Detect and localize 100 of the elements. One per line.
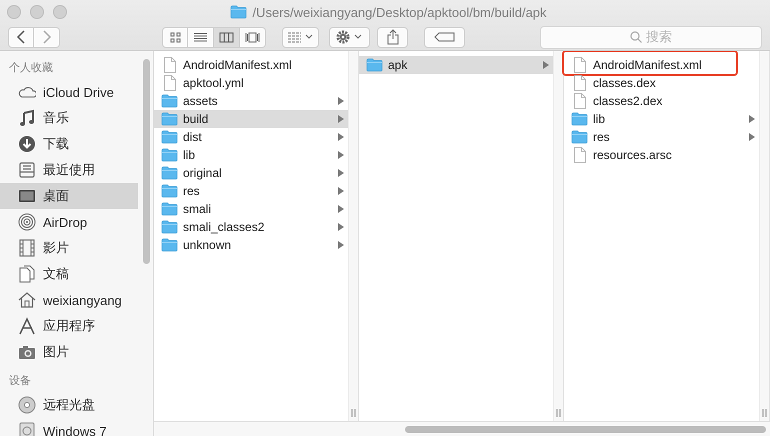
- document-icon: [163, 57, 176, 73]
- folder-icon: [161, 238, 178, 252]
- document-icon: [573, 93, 586, 109]
- folder-icon: [161, 166, 178, 180]
- title-folder-icon: [230, 5, 248, 19]
- chevron-icon: [338, 169, 344, 177]
- tag-icon: [434, 32, 456, 42]
- gear-icon: [334, 29, 364, 45]
- search-icon: [630, 31, 642, 43]
- chevron-icon: [338, 97, 344, 105]
- folder-item[interactable]: original: [154, 164, 348, 182]
- sidebar-item[interactable]: 应用程序: [0, 313, 153, 339]
- music-note-icon: [18, 109, 36, 127]
- share-button[interactable]: [377, 26, 408, 48]
- folder-item[interactable]: dist: [154, 128, 348, 146]
- sidebar-item[interactable]: 远程光盘: [0, 392, 153, 418]
- chevron-icon: [749, 133, 755, 141]
- tray-icon: [18, 161, 36, 179]
- file-item[interactable]: classes2.dex: [564, 92, 759, 110]
- sidebar-heading: 设备: [8, 374, 32, 389]
- chevron-icon: [543, 61, 549, 69]
- folder-icon: [161, 148, 178, 162]
- scrollbar-thumb[interactable]: [143, 59, 150, 264]
- view-mode-button[interactable]: [162, 26, 188, 48]
- document-icon: [163, 75, 176, 91]
- sidebar-item[interactable]: weixiangyang: [0, 287, 153, 313]
- chevron-icon: [338, 223, 344, 231]
- view-mode-button[interactable]: [240, 26, 266, 48]
- scrollbar-thumb[interactable]: [405, 426, 766, 433]
- folder-icon: [161, 112, 178, 126]
- file-item[interactable]: AndroidManifest.xml: [562, 51, 738, 76]
- sidebar-item[interactable]: 最近使用: [0, 157, 153, 183]
- forward-icon: [42, 30, 52, 44]
- sidebar-item[interactable]: 图片: [0, 339, 153, 365]
- file-item[interactable]: classes.dex: [564, 74, 759, 92]
- folder-item[interactable]: build: [154, 110, 348, 128]
- cover-flow-icon: [245, 30, 260, 44]
- folder-icon: [366, 58, 383, 72]
- file-item[interactable]: AndroidManifest.xml: [154, 56, 348, 74]
- document-icon: [573, 75, 586, 91]
- window-title: /Users/weixiangyang/Desktop/apktool/bm/build/apk: [252, 4, 547, 20]
- view-mode-button[interactable]: [188, 26, 214, 48]
- folder-item[interactable]: apk: [359, 56, 553, 74]
- tag-button[interactable]: [424, 26, 465, 48]
- sidebar-item[interactable]: 音乐: [0, 105, 153, 131]
- view-mode-button[interactable]: [214, 26, 240, 48]
- home-icon: [18, 291, 36, 309]
- chevron-icon: [338, 133, 344, 141]
- sidebar-heading: 个人收藏: [8, 60, 54, 76]
- desktop-icon: [18, 187, 36, 205]
- folder-item[interactable]: lib: [564, 110, 759, 128]
- folder-icon: [161, 184, 178, 198]
- chevron-icon: [749, 115, 755, 123]
- folder-icon: [161, 130, 178, 144]
- sidebar-item[interactable]: Windows 7: [0, 418, 153, 436]
- document-icon: [573, 147, 586, 163]
- chevron-icon: [338, 187, 344, 195]
- file-item[interactable]: resources.arsc: [564, 146, 759, 164]
- chevron-icon: [338, 205, 344, 213]
- app-icon: [18, 317, 36, 335]
- airdrop-icon: [18, 213, 36, 231]
- camera-icon: [18, 343, 36, 361]
- sidebar-item[interactable]: AirDrop: [0, 209, 153, 235]
- back-icon: [16, 30, 26, 44]
- sidebar-item[interactable]: 文稿: [0, 261, 153, 287]
- sidebar-item[interactable]: 下载: [0, 131, 153, 157]
- folder-item[interactable]: smali: [154, 200, 348, 218]
- folder-icon: [571, 130, 588, 144]
- action-button[interactable]: [329, 26, 370, 48]
- folder-item[interactable]: unknown: [154, 236, 348, 254]
- sidebar-item[interactable]: iCloud Drive: [0, 79, 153, 105]
- resize-handle-icon[interactable]: [351, 409, 356, 417]
- back-button[interactable]: [8, 26, 34, 48]
- folder-item[interactable]: lib: [154, 146, 348, 164]
- folder-item[interactable]: res: [154, 182, 348, 200]
- column-view-icon: [219, 30, 234, 44]
- file-item[interactable]: apktool.yml: [154, 74, 348, 92]
- document-icon: [18, 265, 36, 283]
- download-icon: [18, 135, 36, 153]
- share-icon: [386, 29, 398, 45]
- disc-icon: [18, 396, 36, 414]
- folder-icon: [161, 94, 178, 108]
- folder-item[interactable]: res: [564, 128, 759, 146]
- arrange-icon: [286, 31, 314, 43]
- folder-item[interactable]: assets: [154, 92, 348, 110]
- film-icon: [18, 239, 36, 257]
- folder-icon: [161, 202, 178, 216]
- chevron-icon: [338, 115, 344, 123]
- chevron-icon: [338, 151, 344, 159]
- chevron-icon: [338, 241, 344, 249]
- resize-handle-icon[interactable]: [556, 409, 561, 417]
- resize-handle-icon[interactable]: [762, 409, 767, 417]
- folder-icon: [161, 220, 178, 234]
- document-icon: [573, 57, 586, 73]
- folder-item[interactable]: smali_classes2: [154, 218, 348, 236]
- sidebar-item[interactable]: 桌面: [0, 183, 138, 209]
- arrange-button[interactable]: [282, 26, 319, 48]
- sidebar-item[interactable]: 影片: [0, 235, 153, 261]
- folder-icon: [571, 112, 588, 126]
- grid-view-icon: [168, 30, 182, 44]
